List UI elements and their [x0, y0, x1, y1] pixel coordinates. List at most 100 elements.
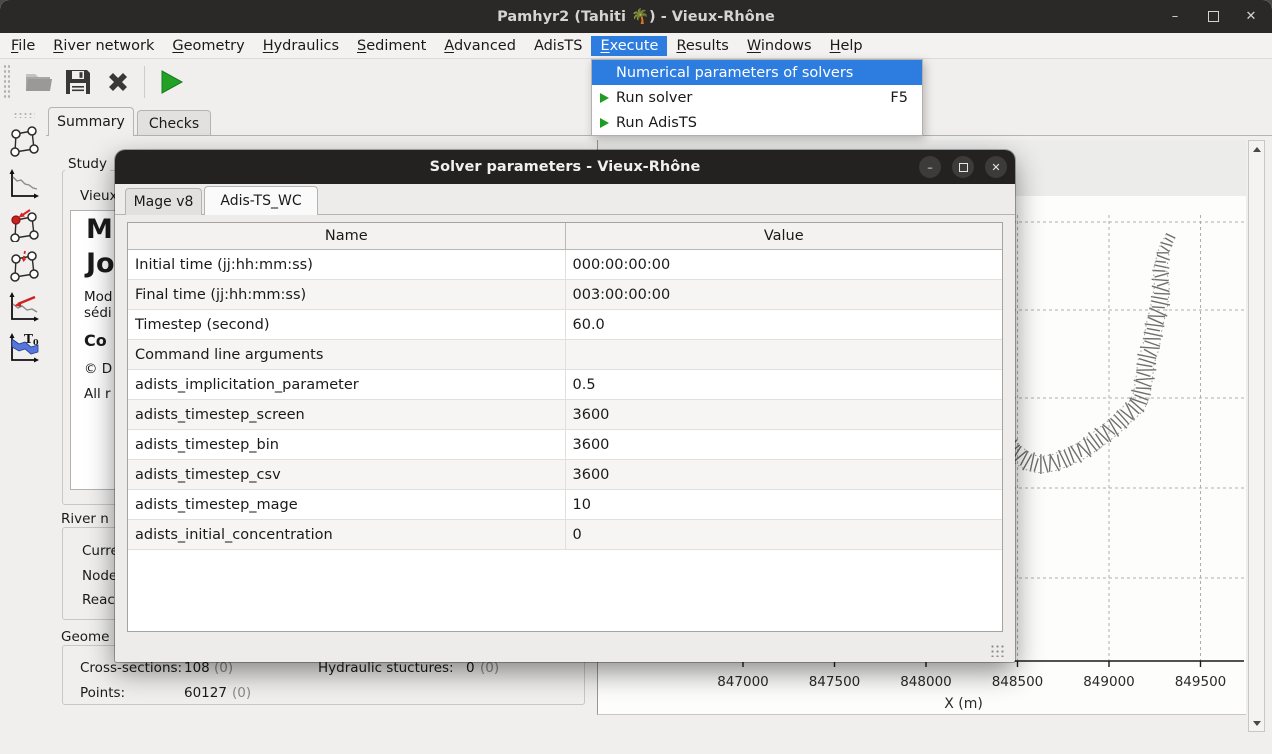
- structures-label: Hydraulic stuctures:: [318, 660, 454, 676]
- param-row-final-time-jj-hh-mm-ss-[interactable]: Final time (jj:hh:mm:ss)003:00:00:00: [128, 280, 1002, 310]
- param-row-adists-timestep-screen[interactable]: adists_timestep_screen3600: [128, 400, 1002, 430]
- param-value-cell[interactable]: 0.5: [565, 370, 1002, 400]
- x-tick-label: 848000: [900, 674, 952, 690]
- menu-item-results[interactable]: Results: [667, 36, 737, 56]
- dialog-tab-adis-ts-wc-label: Adis-TS_WC: [220, 193, 301, 209]
- param-name-cell: adists_timestep_mage: [128, 490, 565, 520]
- trend-profile-icon: [8, 290, 40, 324]
- toolbar-drag-handle[interactable]: [3, 64, 10, 100]
- open-folder-button[interactable]: [20, 64, 56, 100]
- menu-item-river-network[interactable]: River network: [44, 36, 163, 56]
- dialog-tab-mage-v8[interactable]: Mage v8: [125, 188, 202, 215]
- menu-row-numerical-parameters-of-solvers[interactable]: Numerical parameters of solvers: [592, 60, 922, 85]
- tab-checks[interactable]: Checks: [137, 110, 211, 136]
- param-row-adists-implicitation-parameter[interactable]: adists_implicitation_parameter0.5: [128, 370, 1002, 400]
- menu-item-geometry[interactable]: Geometry: [163, 36, 253, 56]
- param-row-adists-timestep-bin[interactable]: adists_timestep_bin3600: [128, 430, 1002, 460]
- structures-extra: (0): [480, 660, 499, 676]
- window-title: Pamhyr2 (Tahiti 🌴) - Vieux-Rhône: [497, 8, 775, 25]
- dialog-minimize-icon[interactable]: –: [919, 156, 941, 178]
- close-icon[interactable]: ✕: [1240, 6, 1262, 28]
- menu-item-sediment[interactable]: Sediment: [348, 36, 435, 56]
- param-value-cell[interactable]: 60.0: [565, 310, 1002, 340]
- maximize-icon[interactable]: [1202, 6, 1224, 28]
- param-name-cell: Command line arguments: [128, 340, 565, 370]
- svg-text:T0: T0: [24, 332, 39, 347]
- sidebar-river-network-button[interactable]: [5, 124, 43, 162]
- menu-item-advanced[interactable]: Advanced: [435, 36, 525, 56]
- param-value-cell[interactable]: 3600: [565, 400, 1002, 430]
- scroll-down-icon[interactable]: [1249, 716, 1264, 730]
- river-network-row-1: Curre: [82, 543, 119, 559]
- param-row-timestep-second-[interactable]: Timestep (second)60.0: [128, 310, 1002, 340]
- menu-item-execute[interactable]: Execute: [591, 36, 667, 56]
- study-desc-1: Mod: [84, 289, 112, 305]
- menu-row-run-solver[interactable]: Run solverF5: [592, 85, 922, 110]
- sidebar-edit-network-button[interactable]: [5, 247, 43, 285]
- x-tick-label: 847000: [717, 674, 769, 690]
- save-button[interactable]: [60, 64, 96, 100]
- param-value-cell[interactable]: 000:00:00:00: [565, 250, 1002, 280]
- dialog-close-icon[interactable]: ✕: [985, 156, 1007, 178]
- study-copyright: © D: [84, 361, 112, 377]
- menu-item-hydraulics[interactable]: Hydraulics: [254, 36, 348, 56]
- menu-item-windows[interactable]: Windows: [738, 36, 821, 56]
- menu-item-help[interactable]: Help: [821, 36, 872, 56]
- params-header-name: Name: [128, 223, 565, 250]
- params-header-row: Name Value: [128, 223, 1002, 250]
- param-value-cell[interactable]: 0: [565, 520, 1002, 550]
- dialog-tab-adis-ts-wc[interactable]: Adis-TS_WC: [204, 186, 318, 215]
- sidebar-initial-conditions-button[interactable]: T0: [5, 329, 43, 367]
- param-value-cell[interactable]: 3600: [565, 460, 1002, 490]
- param-value-cell[interactable]: 10: [565, 490, 1002, 520]
- dialog-maximize-icon[interactable]: [952, 156, 974, 178]
- points-value: 60127: [184, 685, 227, 701]
- sidebar-trend-profile-button[interactable]: [5, 288, 43, 326]
- tab-summary[interactable]: Summary: [48, 107, 134, 136]
- param-value-cell[interactable]: [565, 340, 1002, 370]
- x-axis-label: X (m): [944, 696, 983, 712]
- study-group-label: Study: [65, 156, 110, 172]
- dialog-window-controls: – ✕: [919, 156, 1007, 178]
- run-play-icon: [592, 118, 616, 128]
- window-controls: – ✕: [1164, 0, 1262, 33]
- menubar: FileRiver networkGeometryHydraulicsSedim…: [0, 33, 1272, 59]
- current-node-network-icon: [8, 208, 40, 242]
- tab-summary-label: Summary: [57, 114, 125, 130]
- execute-menu: Numerical parameters of solversRun solve…: [591, 59, 923, 136]
- x-icon: [104, 68, 132, 96]
- delete-button[interactable]: [100, 64, 136, 100]
- title-bar: Pamhyr2 (Tahiti 🌴) - Vieux-Rhône – ✕: [0, 0, 1272, 33]
- menu-item-file[interactable]: File: [2, 36, 44, 56]
- param-name-cell: Timestep (second): [128, 310, 565, 340]
- sidebar-current-node-button[interactable]: [5, 206, 43, 244]
- param-name-cell: Initial time (jj:hh:mm:ss): [128, 250, 565, 280]
- param-value-cell[interactable]: 003:00:00:00: [565, 280, 1002, 310]
- params-table: Name Value Initial time (jj:hh:mm:ss)000…: [127, 222, 1003, 632]
- param-row-command-line-arguments[interactable]: Command line arguments: [128, 340, 1002, 370]
- param-row-adists-timestep-mage[interactable]: adists_timestep_mage10: [128, 490, 1002, 520]
- param-row-adists-initial-concentration[interactable]: adists_initial_concentration0: [128, 520, 1002, 550]
- param-row-initial-time-jj-hh-mm-ss-[interactable]: Initial time (jj:hh:mm:ss)000:00:00:00: [128, 250, 1002, 280]
- menu-item-adists[interactable]: AdisTS: [525, 36, 592, 56]
- sidebar-longitudinal-profile-button[interactable]: [5, 165, 43, 203]
- params-header-value: Value: [565, 223, 1002, 250]
- menu-row-run-adists[interactable]: Run AdisTS: [592, 110, 922, 135]
- sidebar-drag-handle[interactable]: [13, 112, 35, 118]
- dialog-resize-grip[interactable]: [990, 644, 1006, 657]
- x-tick-label: 849000: [1083, 674, 1135, 690]
- param-row-adists-timestep-csv[interactable]: adists_timestep_csv3600: [128, 460, 1002, 490]
- param-value-cell[interactable]: 3600: [565, 430, 1002, 460]
- tab-checks-label: Checks: [149, 116, 199, 132]
- scroll-up-icon[interactable]: [1249, 142, 1264, 156]
- points-label: Points:: [80, 685, 125, 701]
- floppy-icon: [64, 68, 92, 96]
- solver-parameters-dialog: Solver parameters - Vieux-Rhône – ✕ Mage…: [115, 150, 1015, 662]
- param-name-cell: adists_timestep_csv: [128, 460, 565, 490]
- minimize-icon[interactable]: –: [1164, 6, 1186, 28]
- param-name-cell: adists_timestep_screen: [128, 400, 565, 430]
- toolbar-separator: [144, 66, 145, 98]
- run-button[interactable]: [153, 64, 189, 100]
- vertical-scrollbar[interactable]: [1248, 140, 1265, 732]
- dialog-title-bar: Solver parameters - Vieux-Rhône – ✕: [115, 150, 1015, 184]
